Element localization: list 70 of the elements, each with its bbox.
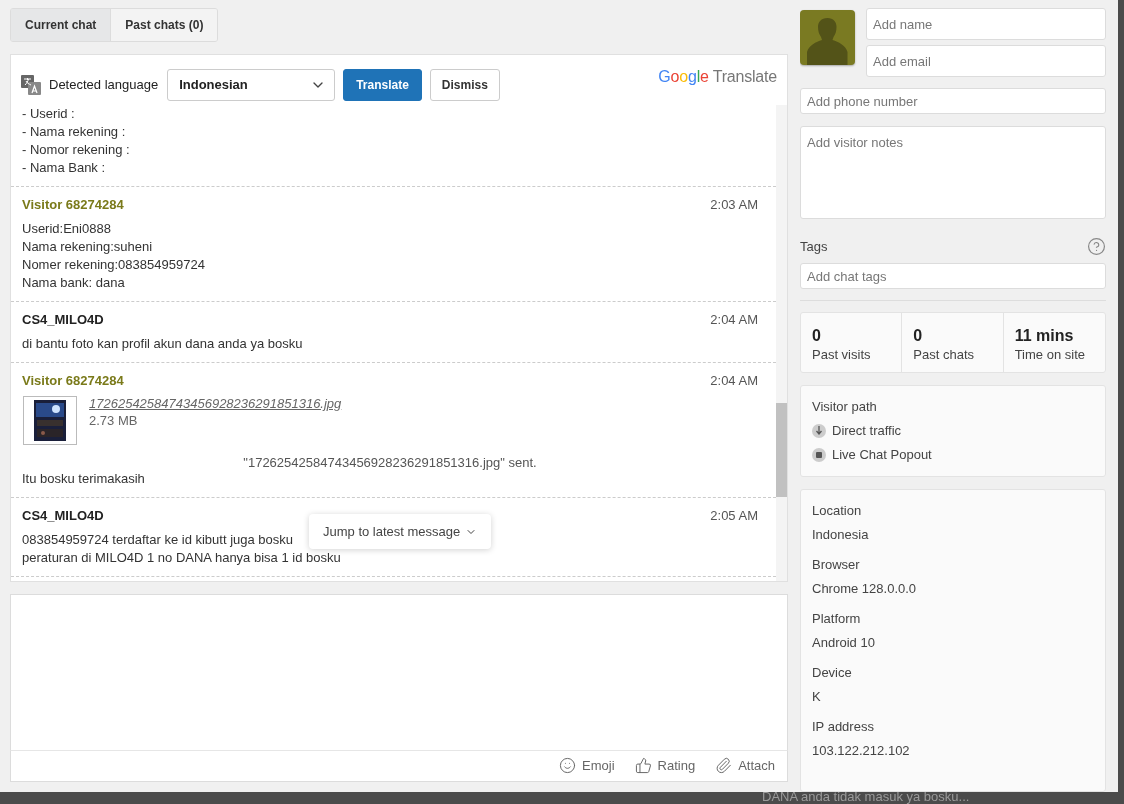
stat-label: Past chats	[913, 347, 976, 362]
message-text: 083854959724 terdaftar ke id kibutt juga bosku	[22, 531, 294, 549]
image-thumbnail[interactable]	[23, 396, 77, 445]
message-text: peraturan di MILO4D 1 no DANA hanya bisa 1 id bosku	[22, 549, 341, 567]
stat-value: 0	[913, 327, 924, 345]
message-time: 2:04 AM	[710, 373, 758, 388]
message-time: 2:03 AM	[710, 197, 758, 212]
smiley-icon	[559, 757, 577, 774]
detail-label: Device	[812, 665, 853, 680]
file-size: 2.73 MB	[89, 413, 139, 428]
stat-value: 11 mins	[1014, 327, 1075, 345]
message-author: CS4_MILO4D	[22, 312, 104, 327]
stat-label: Time on site	[1014, 347, 1086, 362]
translate-icon	[21, 74, 41, 95]
language-select[interactable]: Indonesian	[167, 68, 336, 101]
detail-value: Indonesia	[812, 527, 870, 542]
thumbs-up-icon	[634, 757, 652, 774]
translate-button[interactable]: Translate	[343, 68, 422, 101]
scrollbar[interactable]	[776, 105, 787, 581]
message-time: 2:04 AM	[710, 312, 758, 327]
detail-label: IP address	[812, 719, 875, 734]
message-text: Nama bank: dana	[22, 274, 125, 292]
message-author: Visitor 68274284	[22, 197, 124, 212]
tags-field[interactable]: Add chat tags	[800, 262, 1106, 290]
message-text: Itu bosku terimakasih	[22, 470, 145, 488]
message-text: Nama rekening:suheni	[22, 238, 153, 256]
detail-label: Location	[812, 503, 863, 518]
dismiss-button[interactable]: Dismiss	[429, 68, 500, 101]
help-icon[interactable]	[1087, 236, 1106, 256]
file-sent-notice: "17262542584743456928236291851316.jpg" sent.	[242, 455, 538, 470]
avatar	[800, 10, 855, 65]
message-text: Userid:Eni0888	[22, 220, 111, 238]
detected-language-label: Detected language	[49, 77, 159, 92]
name-field[interactable]: Add name	[866, 8, 1106, 40]
arrow-down-icon	[812, 423, 826, 438]
tags-label: Tags	[800, 238, 828, 254]
detail-value: Android 10	[812, 635, 876, 650]
notes-field[interactable]: Add visitor notes	[800, 126, 1106, 219]
message-text: di bantu foto kan profil akun dana anda ya bosku	[22, 335, 303, 353]
message-text: - Nomor rekening :	[22, 141, 130, 159]
phone-field[interactable]: Add phone number	[800, 88, 1106, 115]
attach-button[interactable]: Attach	[715, 757, 775, 774]
dot-icon	[812, 447, 826, 462]
message-time: 2:05 AM	[710, 508, 758, 523]
message-author: CS4_MILO4D	[22, 508, 104, 523]
background-message-text: DANA anda tidak masuk ya bosku...	[762, 792, 970, 803]
message-text: - Nama Bank :	[22, 159, 106, 177]
emoji-button[interactable]: Emoji	[559, 757, 615, 774]
google-translate-logo: Google Translate	[658, 68, 777, 86]
path-item: Live Chat Popout	[832, 447, 932, 462]
jump-to-latest-button[interactable]: Jump to latest message	[309, 514, 492, 549]
stat-value: 0	[812, 327, 822, 345]
detail-value: 103.122.212.102	[812, 743, 911, 758]
message-author: Visitor 68274284	[22, 373, 124, 388]
path-item: Direct traffic	[832, 423, 902, 438]
message-text: - Nama rekening :	[22, 123, 126, 141]
detail-label: Platform	[812, 611, 862, 626]
message-text: - Userid :	[22, 105, 75, 123]
message-text: Nomer rekening:083854959724	[22, 256, 205, 274]
paperclip-icon	[715, 757, 733, 774]
detail-label: Browser	[812, 557, 861, 572]
visitor-path-title: Visitor path	[812, 399, 878, 414]
message-input[interactable]	[10, 594, 788, 751]
tab[interactable]: Current chat	[11, 9, 112, 41]
detail-value: K	[812, 689, 822, 704]
rating-button[interactable]: Rating	[634, 757, 696, 774]
stat-label: Past visits	[812, 347, 872, 362]
file-link[interactable]: 17262542584743456928236291851316.jpg	[89, 396, 342, 411]
detail-value: Chrome 128.0.0.0	[812, 581, 918, 596]
email-field[interactable]: Add email	[866, 45, 1106, 77]
